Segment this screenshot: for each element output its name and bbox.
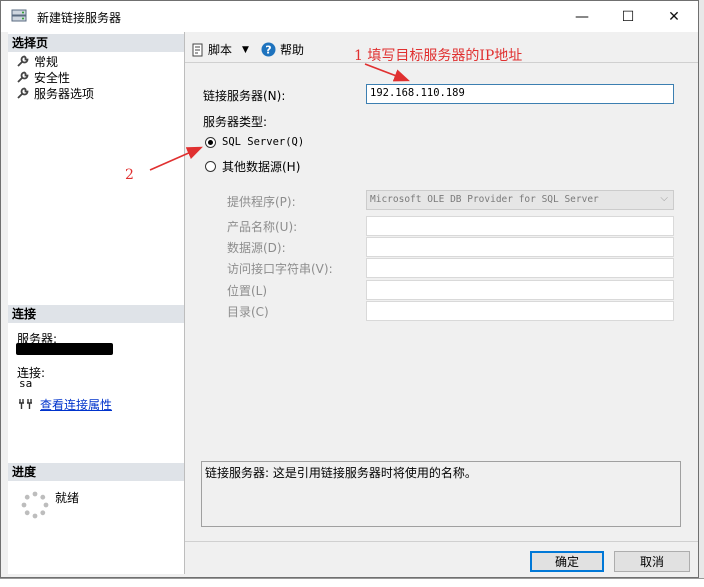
help-button[interactable]: ? 帮助 [261,41,304,58]
provider-value: Microsoft OLE DB Provider for SQL Server [370,194,599,205]
progress-spinner-icon [21,491,49,519]
close-icon: ✕ [668,8,680,25]
connection-properties-icon [19,399,32,409]
nav-item-server-options[interactable]: 服务器选项 [16,85,94,101]
nav-item-label: 常规 [34,54,59,69]
catalog-input[interactable] [366,301,674,321]
wrench-icon [17,71,29,83]
nav-item-general[interactable]: 常规 [16,53,58,69]
progress-header: 进度 [8,463,184,481]
maximize-icon: ☐ [621,8,635,25]
radio-sql-server[interactable]: SQL Server(Q) [205,136,304,148]
radio-selected-icon [205,136,216,148]
left-pane: 选择页 常规 安全性 服务器选项 连接 服务器: 连接: sa 查看连接属性 进… [8,32,185,574]
progress-status: 就绪 [55,491,80,505]
product-name-input[interactable] [366,216,674,236]
description-panel: 链接服务器: 这是引用链接服务器时将使用的名称。 [201,461,681,527]
script-icon [192,43,203,56]
annotation-step-1: 1 填写目标服务器的IP地址 [354,48,523,64]
close-button[interactable]: ✕ [651,1,697,32]
provider-select[interactable]: Microsoft OLE DB Provider for SQL Server… [366,190,674,210]
connection-header: 连接 [8,305,184,323]
wrench-icon [17,55,29,67]
annotation-step-2: 2 [125,167,134,183]
chevron-down-icon[interactable]: ▼ [242,45,249,55]
minimize-button[interactable]: — [559,1,605,32]
chevron-down-icon: ⌵ [660,193,668,204]
view-connection-properties-link[interactable]: 查看连接属性 [40,396,112,413]
window-title: 新建链接服务器 [37,11,122,25]
radio-other-label: 其他数据源(H) [222,160,301,174]
provider-string-input[interactable] [366,258,674,278]
description-text: 链接服务器: 这是引用链接服务器时将使用的名称。 [205,466,477,480]
provider-string-label: 访问接口字符串(V): [227,262,333,276]
footer-divider [185,541,698,542]
location-input[interactable] [366,280,674,300]
connection-value: sa [19,377,33,390]
view-connection-properties[interactable]: 查看连接属性 [18,396,112,412]
linked-server-label: 链接服务器(N): [203,89,286,103]
script-button[interactable]: 脚本 ▼ [191,41,249,58]
datasource-input[interactable] [366,237,674,257]
location-label: 位置(L) [227,284,268,298]
nav-item-security[interactable]: 安全性 [16,69,70,85]
linked-server-input[interactable]: 192.168.110.189 [366,84,674,104]
wrench-icon [17,87,29,99]
radio-other-datasource[interactable]: 其他数据源(H) [205,158,300,175]
svg-text:?: ? [265,44,271,57]
title-bar[interactable]: 新建链接服务器 — ☐ ✕ [1,1,698,32]
ok-button[interactable]: 确定 [530,551,604,572]
product-name-label: 产品名称(U): [227,220,298,234]
radio-unselected-icon [205,161,216,172]
redacted-server-name [16,343,113,355]
cancel-button[interactable]: 取消 [614,551,690,572]
help-label: 帮助 [280,43,305,57]
dialog-window: 新建链接服务器 — ☐ ✕ 选择页 常规 安全性 服务器选项 连接 服务器: 连… [0,0,699,578]
server-icon [11,9,27,22]
help-icon: ? [261,42,276,57]
datasource-label: 数据源(D): [227,241,286,255]
linked-server-value: 192.168.110.189 [370,87,465,99]
provider-label: 提供程序(P): [227,195,296,209]
nav-item-label: 服务器选项 [34,86,95,101]
select-page-header: 选择页 [8,34,184,52]
minimize-icon: — [575,8,589,25]
script-label: 脚本 [208,43,233,57]
catalog-label: 目录(C) [227,305,269,319]
server-type-label: 服务器类型: [203,115,268,129]
radio-sql-label: SQL Server(Q) [222,136,305,148]
nav-item-label: 安全性 [34,70,71,85]
maximize-button[interactable]: ☐ [605,1,651,32]
